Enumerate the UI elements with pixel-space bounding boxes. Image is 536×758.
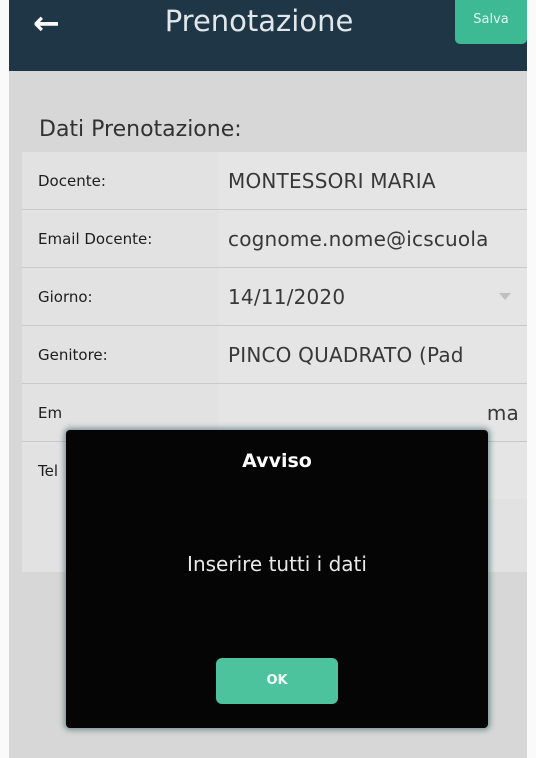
ok-button[interactable]: OK <box>216 658 338 704</box>
alert-dialog: Avviso Inserire tutti i dati OK <box>66 430 488 728</box>
dialog-message: Inserire tutti i dati <box>187 552 367 576</box>
phone-screen: ← Prenotazione Salva Dati Prenotazione: … <box>0 0 536 758</box>
dialog-title: Avviso <box>242 450 312 472</box>
